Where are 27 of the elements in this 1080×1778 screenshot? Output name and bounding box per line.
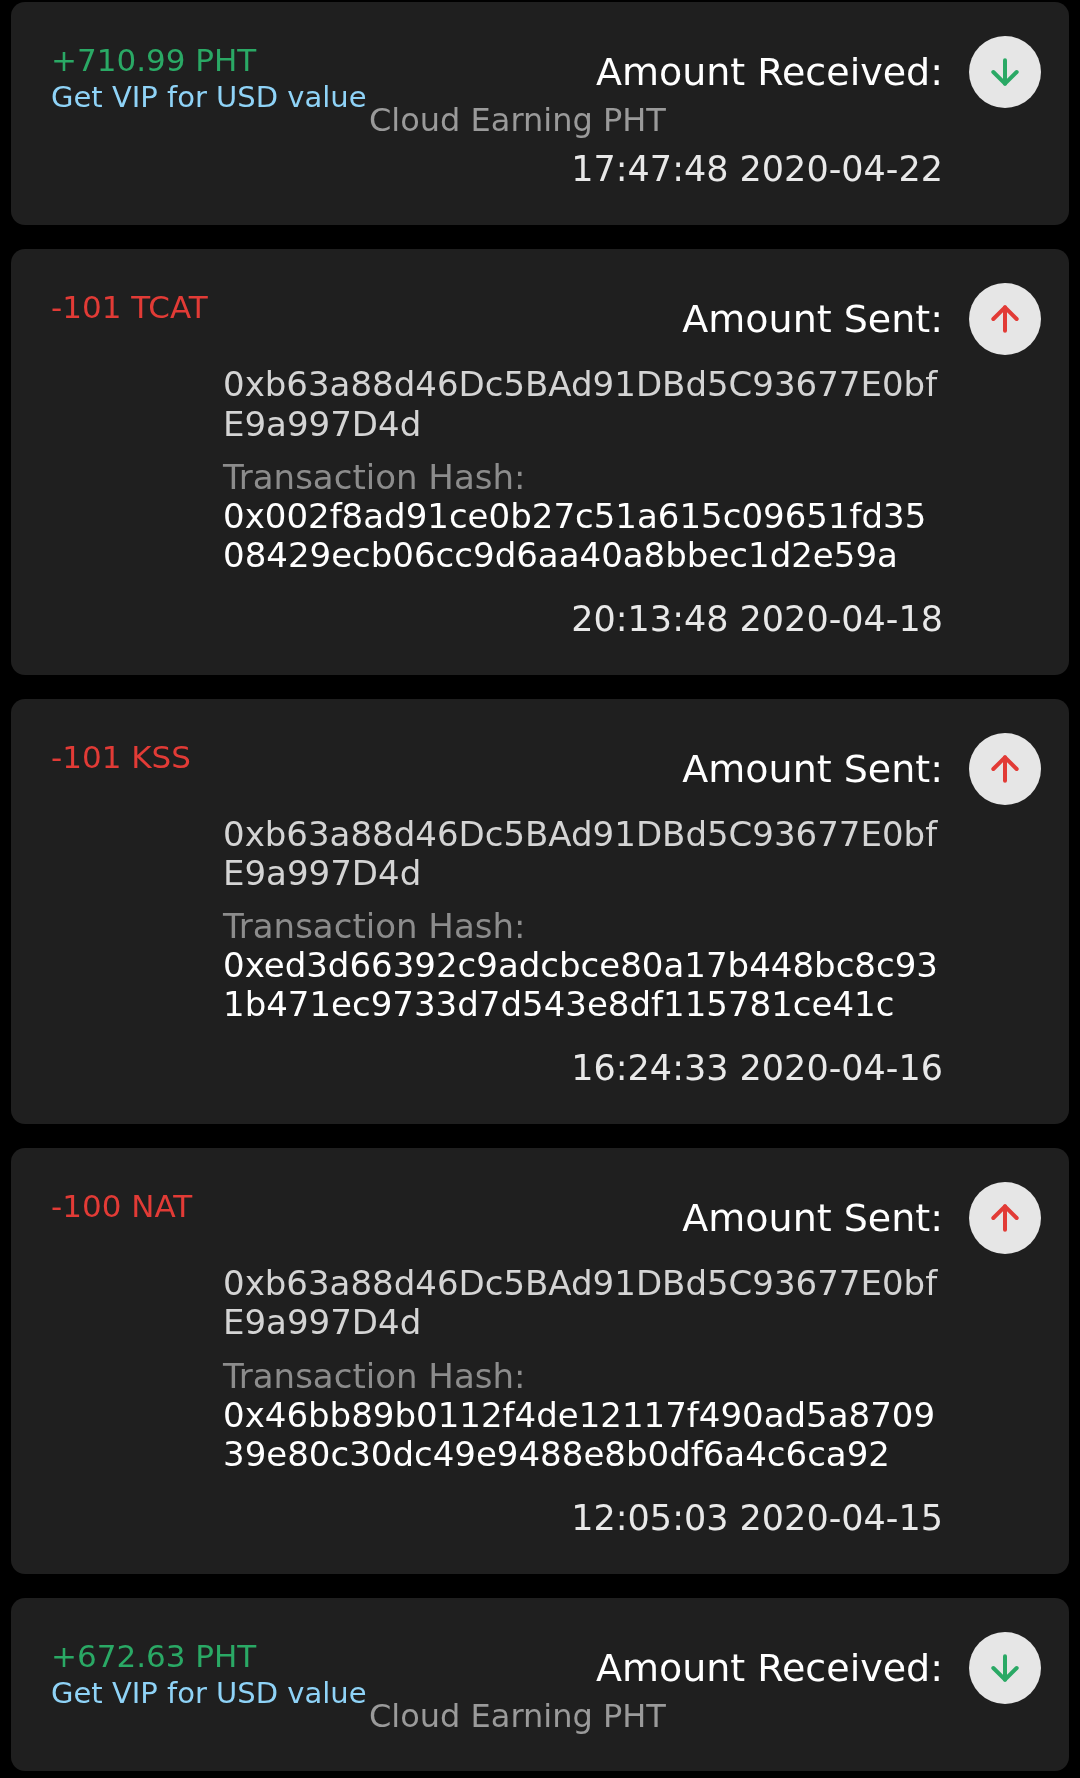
address-text: 0xb63a88d46Dc5BAd91DBd5C93677E0bfE9a997D4d [223,814,939,894]
amount-text: -101 TCAT [51,289,208,327]
source-text: Cloud Earning PHT [369,1697,666,1736]
amount-text: -101 KSS [51,738,191,777]
vip-link[interactable]: Get VIP for USD value [51,1675,367,1712]
address-text: 0xb63a88d46Dc5BAd91DBd5C93677E0bfE9a997D4d [223,365,939,444]
amount-text: -100 NAT [51,1188,193,1226]
hash-text: 0xed3d66392c9adcbce80a17b448bc8c931b471ec9733d7d543e8df115781ce41c [223,946,939,1025]
amount-text: +710.99 PHT [51,42,258,80]
transaction-title: Amount Sent: [682,297,943,342]
transaction-title: Amount Received: [595,1645,943,1690]
transaction-title: Amount Sent: [682,1196,943,1241]
timestamp: 16:24:33 2020-04-16 [571,1048,943,1089]
transaction-title: Amount Sent: [682,746,943,791]
address-text: 0xb63a88d46Dc5BAd91DBd5C93677E0bfE9a997D4d [223,1264,939,1343]
hash-text: 0x46bb89b0112f4de12117f490ad5a870939e80c30dc49e9488e8b0df6a4c6ca92 [223,1395,937,1474]
timestamp: 20:13:48 2020-04-18 [571,598,943,639]
hash-text: 0x002f8ad91ce0b27c51a615c09651fd3508429ecb06cc9d6aa40a8bbec1d2e59a [223,496,928,575]
vip-link[interactable]: Get VIP for USD value [51,79,367,116]
hash-label: Transaction Hash: [223,1356,527,1396]
source-text: Cloud Earning PHT [369,101,666,140]
amount-text: +672.63 PHT [51,1637,258,1676]
timestamp: 17:47:48 2020-04-22 [571,149,943,190]
hash-label: Transaction Hash: [223,457,527,497]
hash-label: Transaction Hash: [223,907,527,947]
transaction-title: Amount Received: [595,50,943,94]
timestamp: 12:05:03 2020-04-15 [571,1497,943,1538]
